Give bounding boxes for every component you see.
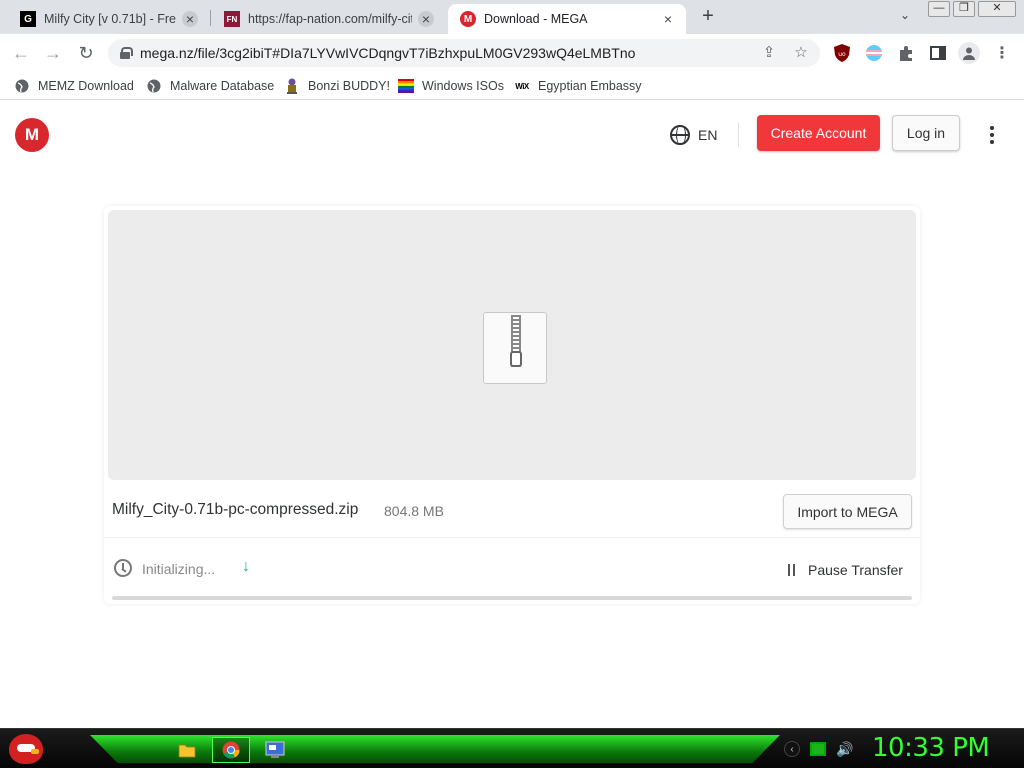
language-label: EN — [698, 127, 718, 143]
tab-close-icon[interactable]: × — [182, 11, 198, 27]
folder-icon[interactable] — [172, 737, 202, 763]
bookmark-label: MEMZ Download — [38, 79, 134, 93]
bookmark-label: Malware Database — [170, 79, 275, 93]
login-button[interactable]: Log in — [892, 115, 960, 151]
progress-bar — [112, 596, 912, 600]
volume-icon[interactable]: 🔊 — [836, 741, 853, 758]
tab-title: Milfy City [v 0.71b] - Free — [44, 12, 176, 26]
download-status: Initializing... — [142, 561, 216, 577]
bonzi-icon — [284, 78, 300, 94]
ublock-icon[interactable]: uo — [832, 43, 852, 63]
mega-page: M EN Create Account Log in Milfy_City-0.… — [0, 101, 1024, 728]
header-divider — [738, 123, 739, 147]
pause-icon[interactable] — [787, 564, 797, 576]
create-account-button[interactable]: Create Account — [757, 115, 880, 151]
start-button[interactable] — [6, 731, 46, 767]
globe-icon — [14, 78, 30, 94]
tab-strip: G Milfy City [v 0.71b] - Free × FN https… — [0, 0, 1024, 34]
windows-flag-icon — [398, 78, 414, 94]
bookmarks-bar: MEMZ Download Malware Database Bonzi BUD… — [0, 72, 1024, 100]
angry-bird-icon — [9, 734, 43, 764]
forward-arrow-icon[interactable]: → — [42, 42, 64, 64]
bookmark-label: Windows ISOs — [422, 79, 504, 93]
mega-logo[interactable]: M — [15, 118, 49, 152]
tray-chevron-icon[interactable]: ‹ — [784, 741, 800, 757]
pause-transfer-button[interactable]: Pause Transfer — [808, 562, 903, 578]
mega-favicon-icon: M — [460, 11, 476, 27]
tab-download-mega[interactable]: M Download - MEGA × — [448, 4, 686, 34]
file-name: Milfy_City-0.71b-pc-compressed.zip — [112, 501, 359, 518]
tab-separator — [210, 10, 211, 26]
profile-icon[interactable] — [958, 42, 980, 64]
bookmark-memz[interactable]: MEMZ Download — [14, 76, 134, 96]
card-divider — [104, 537, 920, 538]
import-to-mega-button[interactable]: Import to MEGA — [783, 494, 912, 529]
bookmark-star-icon[interactable]: ☆ — [792, 44, 810, 62]
os-taskbar: ‹ 🔊 10:33 PM — [0, 728, 1024, 768]
new-tab-button[interactable]: + — [698, 6, 718, 27]
svg-text:uo: uo — [838, 51, 846, 58]
chrome-icon[interactable] — [212, 737, 250, 763]
zip-file-icon — [483, 312, 547, 384]
file-size: 804.8 MB — [384, 503, 444, 519]
network-icon[interactable] — [810, 742, 826, 756]
file-preview-area — [108, 210, 916, 480]
puzzle-extensions-icon[interactable] — [896, 43, 916, 63]
chrome-menu-icon[interactable]: ⋮ — [992, 43, 1012, 63]
bookmark-label: Bonzi BUDDY! — [308, 79, 390, 93]
globe-icon — [670, 125, 690, 145]
translate-icon[interactable] — [864, 43, 884, 63]
reload-icon[interactable]: ↻ — [75, 42, 97, 64]
tab-title: https://fap-nation.com/milfy-city — [248, 12, 412, 26]
clock-icon — [114, 559, 132, 577]
bookmark-bonzi[interactable]: Bonzi BUDDY! — [284, 76, 390, 96]
bookmark-malware-db[interactable]: Malware Database — [146, 76, 274, 96]
globe-icon — [146, 78, 162, 94]
minimize-button[interactable]: — — [928, 1, 950, 17]
share-icon[interactable]: ⇪ — [760, 44, 778, 62]
bookmark-label: Egyptian Embassy — [538, 79, 642, 93]
tab-favicon-icon: G — [20, 11, 36, 27]
bookmark-egyptian-embassy[interactable]: WiX Egyptian Embassy — [514, 76, 642, 96]
system-tray: ‹ 🔊 — [784, 737, 853, 761]
back-arrow-icon[interactable]: ← — [10, 42, 32, 64]
control-panel-icon[interactable] — [260, 737, 290, 763]
tab-search-chevron-icon[interactable]: ⌄ — [896, 8, 914, 26]
close-window-button[interactable]: ✕ — [978, 1, 1016, 17]
download-arrow-icon: ↓ — [242, 558, 250, 575]
tab-close-icon[interactable]: × — [660, 11, 676, 27]
more-menu-icon[interactable] — [984, 123, 1000, 147]
download-card: Milfy_City-0.71b-pc-compressed.zip 804.8… — [104, 206, 920, 604]
language-selector[interactable]: EN — [670, 123, 717, 147]
browser-toolbar: ← → ↻ mega.nz/file/3cg2ibiT#DIa7LYVwIVCD… — [0, 34, 1024, 72]
tab-favicon-icon: FN — [224, 11, 240, 27]
address-bar[interactable]: mega.nz/file/3cg2ibiT#DIa7LYVwIVCDqngvT7… — [108, 39, 820, 67]
wix-icon: WiX — [515, 81, 529, 91]
sidepanel-icon[interactable] — [928, 43, 948, 63]
tab-fap-nation[interactable]: FN https://fap-nation.com/milfy-city × — [212, 4, 444, 34]
bookmark-windows-isos[interactable]: Windows ISOs — [398, 76, 504, 96]
url-text[interactable]: mega.nz/file/3cg2ibiT#DIa7LYVwIVCDqngvT7… — [140, 45, 635, 61]
restore-button[interactable]: ❐ — [953, 1, 975, 17]
tab-close-icon[interactable]: × — [418, 11, 434, 27]
lock-icon[interactable] — [120, 47, 133, 59]
tab-title: Download - MEGA — [484, 12, 588, 26]
taskbar-clock[interactable]: 10:33 PM — [872, 733, 990, 763]
tab-milfy-city[interactable]: G Milfy City [v 0.71b] - Free × — [8, 4, 208, 34]
